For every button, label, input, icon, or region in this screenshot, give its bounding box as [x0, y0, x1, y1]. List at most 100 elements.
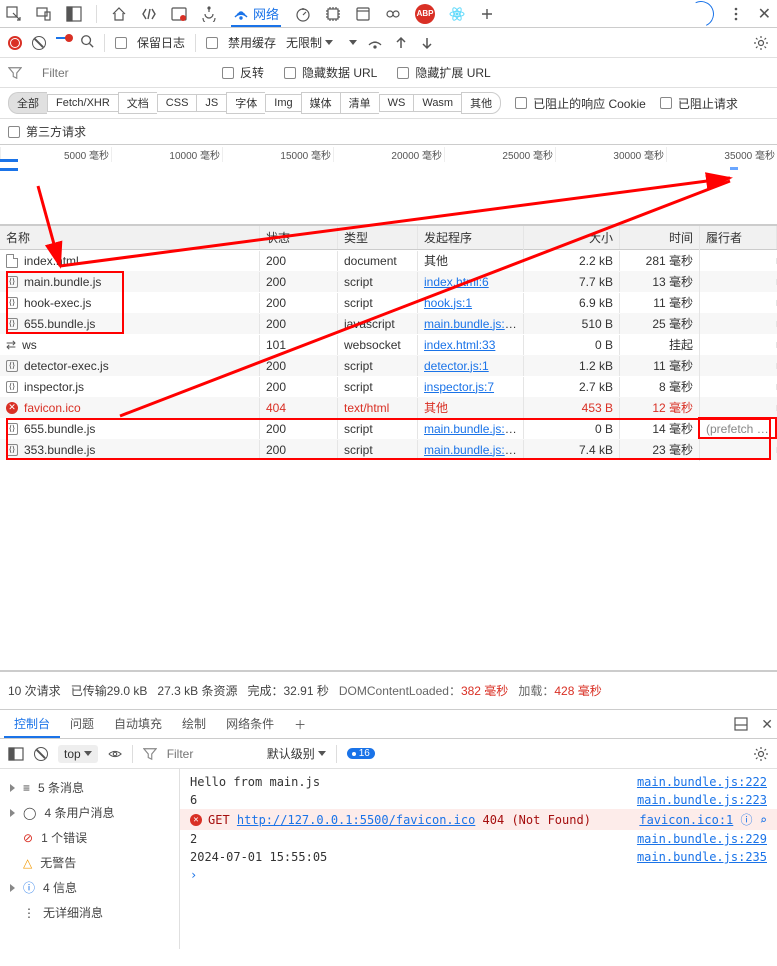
table-row[interactable]: ⟨⟩inspector.js200scriptinspector.js:72.7…	[0, 376, 777, 397]
context-dropdown[interactable]: top	[58, 745, 98, 763]
dock-icon[interactable]	[66, 6, 82, 22]
table-row[interactable]: ⟨⟩655.bundle.js200scriptmain.bundle.js:1…	[0, 418, 777, 439]
table-row[interactable]: index.html200document其他2.2 kB281 毫秒	[0, 250, 777, 271]
throttle-dropdown[interactable]: 无限制	[286, 34, 333, 51]
react-devtools-icon[interactable]	[449, 6, 465, 22]
disable-cache-checkbox[interactable]	[206, 37, 218, 49]
invert-checkbox[interactable]	[222, 67, 234, 79]
drawer-tab-0[interactable]: 控制台	[4, 711, 60, 738]
funnel-icon[interactable]	[8, 66, 22, 80]
drawer-tab-4[interactable]: 网络条件	[216, 711, 284, 738]
inspect-icon[interactable]	[6, 6, 22, 22]
type-pill-JS[interactable]: JS	[196, 94, 226, 112]
type-pill-CSS[interactable]: CSS	[157, 94, 197, 112]
console-settings-icon[interactable]	[753, 746, 769, 762]
console-source-link[interactable]: main.bundle.js:229	[637, 832, 767, 846]
type-pill-全部[interactable]: 全部	[8, 92, 47, 114]
download-icon[interactable]	[419, 35, 435, 51]
table-row[interactable]: ⟨⟩655.bundle.js200javascriptmain.bundle.…	[0, 313, 777, 334]
issues-badge[interactable]: 16	[347, 748, 375, 759]
blocked-requests-checkbox[interactable]	[660, 97, 672, 109]
search-icon[interactable]: ⌕	[760, 813, 767, 827]
level-dropdown[interactable]: 默认级别	[267, 745, 326, 762]
console-source-link[interactable]: main.bundle.js:235	[637, 850, 767, 864]
search-icon[interactable]	[80, 34, 94, 51]
drawer-tab-2[interactable]: 自动填充	[104, 711, 172, 738]
console-row[interactable]: 2main.bundle.js:229	[180, 830, 777, 848]
col-name[interactable]: 名称	[0, 226, 260, 249]
type-pill-清单[interactable]: 清单	[340, 92, 379, 114]
type-pill-WS[interactable]: WS	[379, 94, 414, 112]
table-row[interactable]: ⟨⟩main.bundle.js200scriptindex.html:67.7…	[0, 271, 777, 292]
console-side-item[interactable]: △无警告	[4, 850, 175, 875]
console-tab-icon[interactable]	[171, 6, 187, 22]
type-pill-字体[interactable]: 字体	[226, 92, 265, 114]
table-row[interactable]: ✕favicon.ico404text/html其他453 B12 毫秒	[0, 397, 777, 418]
drawer-close-icon[interactable]: ✕	[761, 716, 773, 733]
console-row[interactable]: 6main.bundle.js:223	[180, 791, 777, 809]
abp-icon[interactable]: ABP	[415, 4, 435, 24]
type-pill-媒体[interactable]: 媒体	[301, 92, 340, 114]
memory-icon[interactable]	[325, 6, 341, 22]
drawer-tab-3[interactable]: 绘制	[172, 711, 216, 738]
col-type[interactable]: 类型	[338, 226, 418, 249]
initiator-link[interactable]: index.html:33	[424, 338, 495, 352]
col-fulfilled[interactable]: 履行者	[700, 226, 777, 249]
console-prompt[interactable]: ›	[180, 866, 777, 884]
application-icon[interactable]	[355, 6, 371, 22]
initiator-link[interactable]: index.html:6	[424, 275, 489, 289]
console-clear-button[interactable]	[34, 747, 48, 761]
initiator-link[interactable]: main.bundle.js:193	[424, 317, 524, 331]
console-row[interactable]: ✕GET http://127.0.0.1:5500/favicon.ico 4…	[180, 809, 777, 830]
error-url-link[interactable]: http://127.0.0.1:5500/favicon.ico	[237, 813, 475, 827]
table-row[interactable]: ⟨⟩353.bundle.js200scriptmain.bundle.js:1…	[0, 439, 777, 460]
initiator-link[interactable]: hook.js:1	[424, 296, 472, 310]
more-conditions-icon[interactable]	[349, 40, 357, 45]
col-initiator[interactable]: 发起程序	[418, 226, 524, 249]
add-tab-icon[interactable]	[479, 6, 495, 22]
console-row[interactable]: Hello from main.jsmain.bundle.js:222	[180, 773, 777, 791]
clear-button[interactable]	[32, 36, 46, 50]
type-pill-Img[interactable]: Img	[265, 94, 300, 112]
third-party-checkbox[interactable]	[8, 126, 20, 138]
initiator-link[interactable]: detector.js:1	[424, 359, 489, 373]
live-expr-icon[interactable]	[108, 747, 122, 761]
console-side-item[interactable]: ⓘ4 信息	[4, 875, 175, 900]
lighthouse-icon[interactable]	[385, 6, 401, 22]
preserve-log-checkbox[interactable]	[115, 37, 127, 49]
hide-ext-url-checkbox[interactable]	[397, 67, 409, 79]
drawer-tab-1[interactable]: 问题	[60, 711, 104, 738]
initiator-link[interactable]: inspector.js:7	[424, 380, 494, 394]
record-button[interactable]	[8, 36, 22, 50]
console-sidebar-toggle-icon[interactable]	[8, 746, 24, 762]
initiator-link[interactable]: main.bundle.js:126	[424, 443, 524, 457]
tab-network[interactable]: 网络	[231, 0, 281, 27]
upload-icon[interactable]	[393, 35, 409, 51]
console-source-link[interactable]: main.bundle.js:222	[637, 775, 767, 789]
console-side-item[interactable]: ⊘1 个错误	[4, 825, 175, 850]
more-icon[interactable]	[728, 6, 744, 22]
console-source-link[interactable]: favicon.ico:1	[639, 813, 733, 827]
filter-input[interactable]	[42, 66, 202, 80]
console-side-item[interactable]: ≡5 条消息	[4, 775, 175, 800]
home-icon[interactable]	[111, 6, 127, 22]
hide-data-url-checkbox[interactable]	[284, 67, 296, 79]
close-icon[interactable]: ✕	[758, 4, 771, 24]
type-pill-Fetch/XHR[interactable]: Fetch/XHR	[47, 94, 118, 112]
device-icon[interactable]	[36, 6, 52, 22]
console-row[interactable]: 2024-07-01 15:55:05main.bundle.js:235	[180, 848, 777, 866]
network-timeline[interactable]: 5000 毫秒10000 毫秒15000 毫秒20000 毫秒25000 毫秒3…	[0, 145, 777, 225]
table-row[interactable]: ⟨⟩detector-exec.js200scriptdetector.js:1…	[0, 355, 777, 376]
initiator-link[interactable]: main.bundle.js:126	[424, 422, 524, 436]
console-side-item[interactable]: ⋮无详细消息	[4, 900, 175, 925]
elements-icon[interactable]	[141, 6, 157, 22]
console-side-item[interactable]: ◯4 条用户消息	[4, 800, 175, 825]
table-row[interactable]: ⟨⟩hook-exec.js200scripthook.js:16.9 kB11…	[0, 292, 777, 313]
sources-icon[interactable]	[201, 6, 217, 22]
col-size[interactable]: 大小	[524, 226, 620, 249]
console-source-link[interactable]: main.bundle.js:223	[637, 793, 767, 807]
blocked-cookies-checkbox[interactable]	[515, 97, 527, 109]
type-pill-其他[interactable]: 其他	[461, 92, 501, 114]
col-time[interactable]: 时间	[620, 226, 700, 249]
table-row[interactable]: ⇄ws101websocketindex.html:330 B挂起	[0, 334, 777, 355]
